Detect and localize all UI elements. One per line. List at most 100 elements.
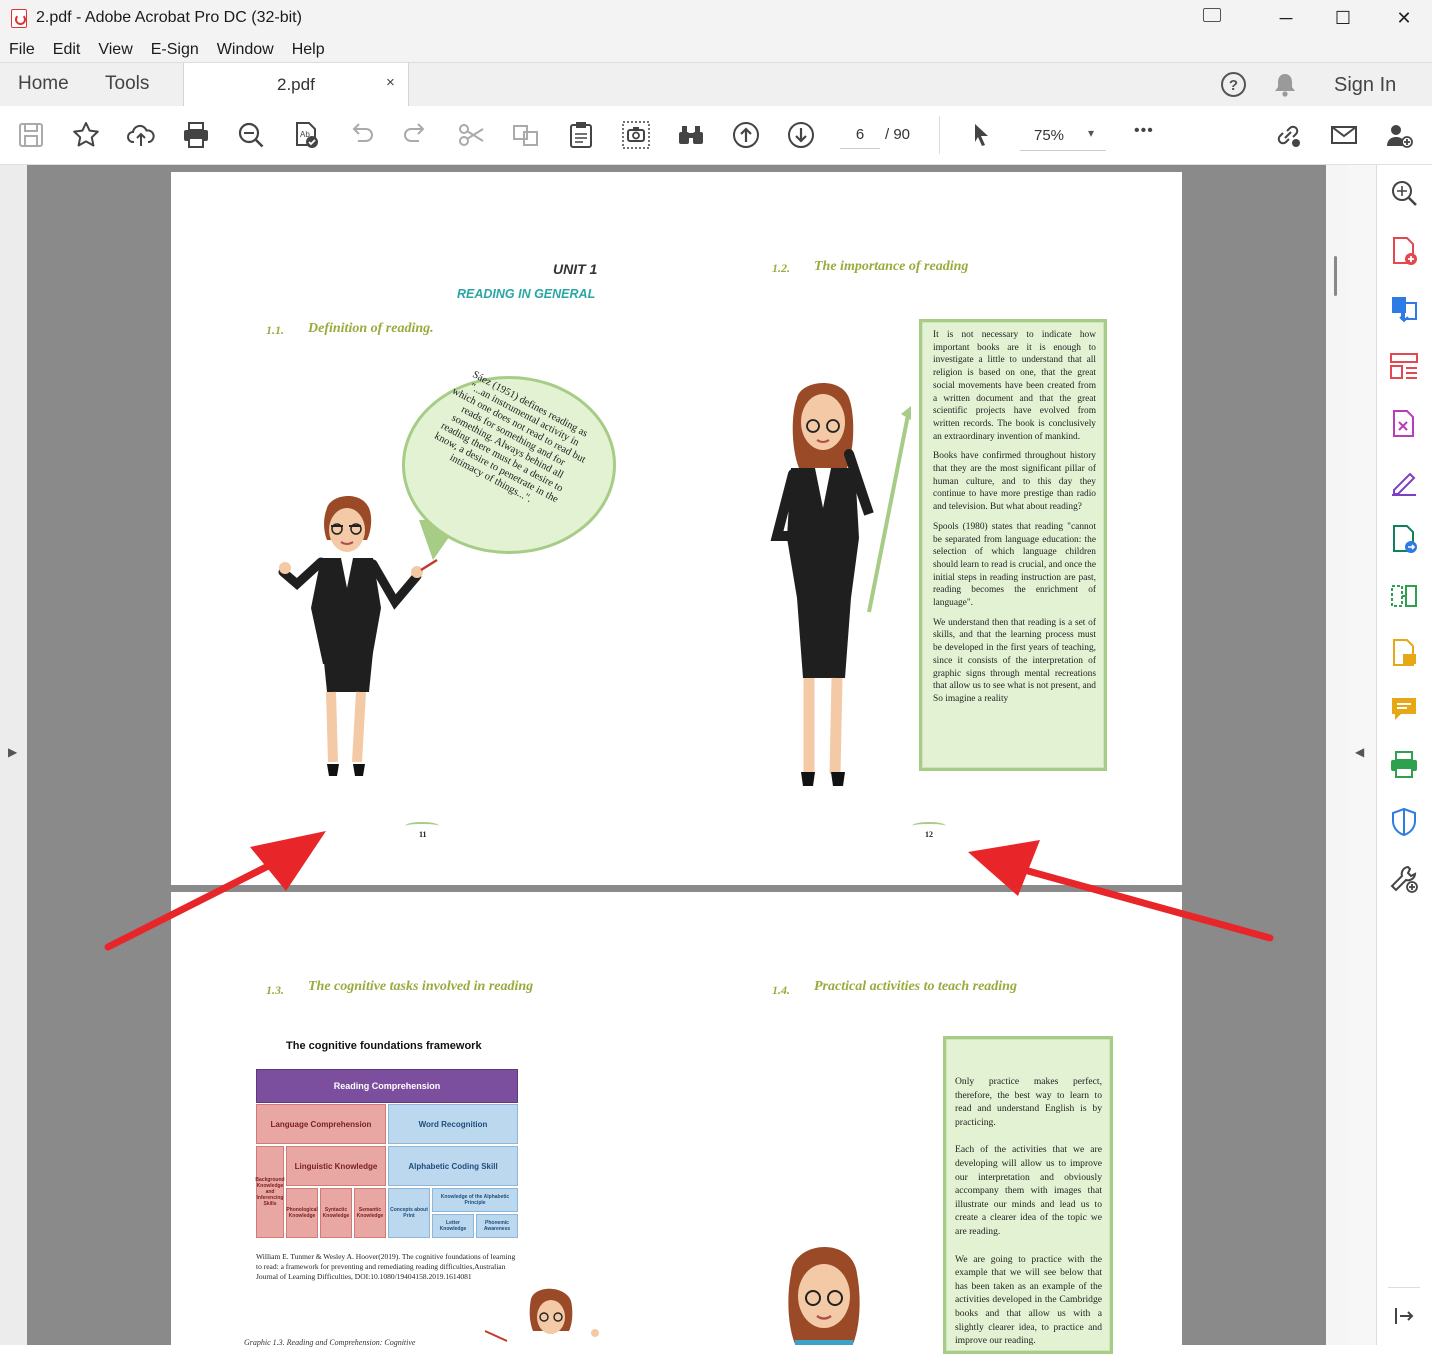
export-pdf-icon[interactable] (1388, 293, 1420, 325)
previous-page-icon[interactable] (731, 120, 761, 150)
fill-sign-pen-icon[interactable] (1388, 466, 1420, 498)
framework-block: Letter Knowledge (432, 1214, 474, 1238)
tablet-mode-icon[interactable] (1203, 8, 1221, 22)
pointer-stick-icon (867, 406, 911, 613)
close-window-button[interactable]: ✕ (1381, 0, 1427, 36)
page-number: 11 (419, 830, 427, 839)
send-for-review-icon[interactable] (1388, 523, 1420, 555)
teacher-illustration (484, 1288, 599, 1342)
close-tab-button[interactable]: × (386, 74, 395, 91)
protect-shield-icon[interactable] (1388, 806, 1420, 838)
vertical-scrollbar[interactable] (1326, 165, 1348, 1345)
toolbar-divider (939, 116, 940, 154)
print-production-icon[interactable] (1388, 749, 1420, 781)
sign-in-button[interactable]: Sign In (1334, 74, 1396, 97)
menu-edit[interactable]: Edit (44, 36, 90, 62)
zoom-select[interactable]: 75% ▾ (1020, 120, 1106, 151)
collapse-right-panel-icon[interactable]: ◀ (1355, 745, 1364, 759)
select-cursor-icon[interactable] (966, 120, 996, 150)
box-paragraph: It is not necessary to indicate how impo… (933, 330, 1096, 442)
pdf-page-spread-1[interactable]: UNIT 1 READING IN GENERAL 1.1. Definitio… (171, 172, 1182, 885)
notification-bell-icon[interactable] (1272, 71, 1298, 98)
box-paragraph: We are going to practice with the exampl… (955, 1253, 1102, 1347)
snapshot-camera-icon[interactable] (621, 120, 651, 150)
edit-text-check-icon[interactable]: Ab (291, 120, 321, 150)
title-bar: 2.pdf - Adobe Acrobat Pro DC (32-bit) ─ … (0, 0, 1432, 36)
email-envelope-icon[interactable] (1329, 120, 1359, 150)
pdf-page-spread-2[interactable]: 1.3. The cognitive tasks involved in rea… (171, 892, 1182, 1354)
comment-pdf-icon[interactable] (1388, 637, 1420, 669)
cognitive-framework-diagram: Reading Comprehension Language Comprehen… (255, 1069, 518, 1238)
tools-divider (1388, 1287, 1420, 1288)
framework-title: The cognitive foundations framework (286, 1040, 482, 1052)
framework-block: Semantic Knowledge (354, 1188, 386, 1238)
help-icon[interactable]: ? (1220, 71, 1247, 98)
tab-tools[interactable]: Tools (105, 73, 149, 95)
tab-bar: Home Tools 2.pdf × ? Sign In (0, 62, 1432, 107)
share-link-icon[interactable] (1273, 120, 1303, 150)
framework-block: Alphabetic Coding Skill (388, 1146, 518, 1186)
heading-practical-activities: Practical activities to teach reading (814, 979, 1017, 994)
create-pdf-icon[interactable] (1388, 235, 1420, 267)
zoom-value: 75% (1034, 127, 1065, 144)
minimize-button[interactable]: ─ (1263, 0, 1309, 36)
more-tools-wrench-icon[interactable] (1388, 863, 1420, 895)
maximize-button[interactable]: ☐ (1320, 0, 1366, 36)
framework-block: Phonological Knowledge (286, 1188, 318, 1238)
framework-block: Concepts about Print (388, 1188, 430, 1238)
chevron-down-icon: ▾ (1088, 126, 1095, 140)
cut-scissors-icon[interactable] (456, 120, 486, 150)
save-icon[interactable] (16, 120, 46, 150)
add-user-icon[interactable] (1384, 120, 1414, 150)
redo-icon[interactable] (401, 120, 431, 150)
framework-block: Linguistic Knowledge (286, 1146, 386, 1186)
menu-view[interactable]: View (89, 36, 141, 62)
box-paragraph: Spools (1980) states that reading "canno… (933, 521, 1096, 609)
undo-icon[interactable] (346, 120, 376, 150)
tab-home[interactable]: Home (18, 73, 69, 95)
copy-icon[interactable] (511, 120, 541, 150)
framework-block: Background Knowledge and Inferencing Ski… (255, 1146, 285, 1238)
heading-importance-of-reading: The importance of reading (814, 259, 969, 274)
heading-number: 1.4. (772, 983, 790, 997)
expand-left-panel-icon[interactable]: ▶ (8, 745, 17, 759)
paste-clipboard-icon[interactable] (566, 120, 596, 150)
pdf-app-icon (11, 9, 27, 28)
box-paragraph: Only practice makes perfect, therefore, … (955, 1076, 1102, 1128)
comment-bubble-icon[interactable] (1388, 693, 1420, 725)
document-tab-label: 2.pdf (277, 75, 315, 94)
red-arrow-annotation-icon (968, 840, 1274, 942)
more-tools-button[interactable]: ••• (1134, 122, 1154, 140)
next-page-icon[interactable] (786, 120, 816, 150)
compress-pdf-icon[interactable] (1388, 408, 1420, 440)
print-icon[interactable] (181, 120, 211, 150)
menu-file[interactable]: File (0, 36, 44, 62)
graphic-caption: Graphic 1.3. Reading and Comprehension: … (244, 1338, 416, 1347)
page-number: 12 (925, 830, 933, 839)
collapse-tools-pane-icon[interactable] (1388, 1300, 1420, 1332)
box-paragraph: Each of the activities that we are devel… (955, 1144, 1102, 1237)
framework-citation: William E. Tunmer & Wesley A. Hoover(201… (256, 1252, 516, 1281)
framework-block: Phonemic Awareness (476, 1214, 518, 1238)
menu-help[interactable]: Help (283, 36, 334, 62)
bookmark-star-icon[interactable] (71, 120, 101, 150)
scrollbar-thumb[interactable] (1334, 256, 1337, 296)
menu-esign[interactable]: E-Sign (142, 36, 208, 62)
organize-pages-icon[interactable] (1388, 350, 1420, 382)
page-total: / 90 (885, 126, 911, 143)
teacher-illustration (770, 382, 874, 786)
zoom-search-icon[interactable] (236, 120, 266, 150)
menu-window[interactable]: Window (208, 36, 283, 62)
heading-number: 1.3. (266, 983, 284, 997)
page-ornament (405, 822, 439, 830)
upload-cloud-icon[interactable] (126, 120, 156, 150)
page-number-input[interactable] (840, 120, 880, 149)
menu-bar: File Edit View E-Sign Window Help (0, 36, 1432, 62)
find-binoculars-icon[interactable] (676, 120, 706, 150)
importance-text-box: It is not necessary to indicate how impo… (919, 319, 1107, 771)
heading-number: 1.1. (266, 323, 284, 337)
tab-document[interactable]: 2.pdf × (183, 63, 409, 106)
enhance-scan-zoom-icon[interactable] (1388, 177, 1420, 209)
compare-files-icon[interactable] (1388, 580, 1420, 612)
framework-block: Syntactic Knowledge (320, 1188, 352, 1238)
